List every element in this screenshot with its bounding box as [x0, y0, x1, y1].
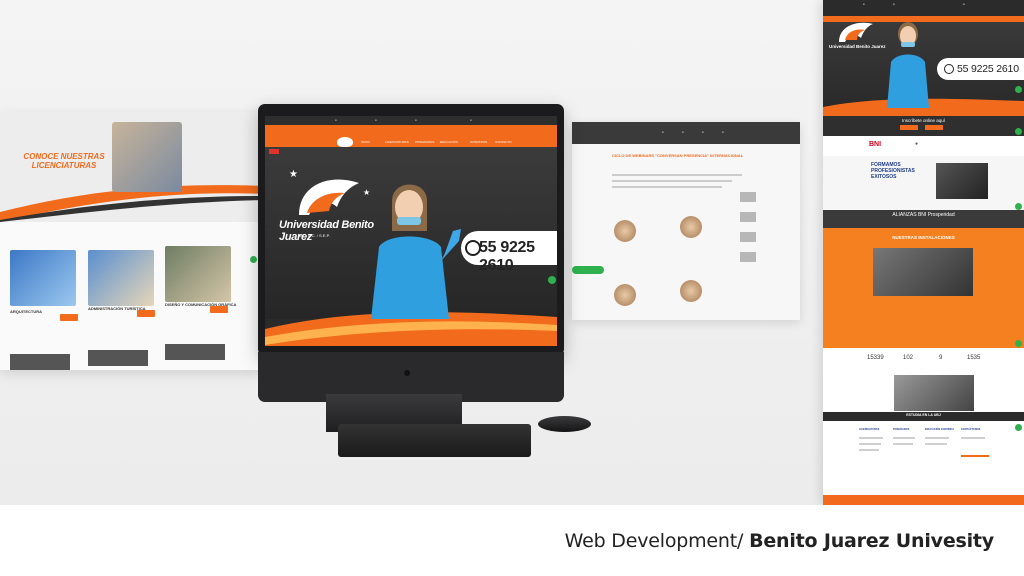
- keyboard: [338, 424, 531, 457]
- video-thumbnail[interactable]: [936, 163, 988, 199]
- text-line: [612, 186, 722, 188]
- left-page-title: CONOCE NUESTRAS LICENCIATURAS: [23, 152, 105, 170]
- footer-col-title: LICENCIATURAS: [859, 428, 880, 431]
- footer-link[interactable]: [859, 449, 879, 451]
- sidebar-thumb[interactable]: [740, 252, 756, 262]
- mouse: [538, 416, 591, 432]
- phone-number: 55 9225 2610: [479, 239, 535, 274]
- student-photo: [887, 22, 929, 108]
- footer: LICENCIATURAS POSGRADOS EDUCACIÓN CONTIN…: [823, 421, 1024, 495]
- career-more-button[interactable]: [137, 310, 155, 317]
- inscribete-button[interactable]: [925, 125, 943, 130]
- speaker-avatar: [614, 220, 636, 242]
- footer-col-title: EDUCACIÓN CONTINUA: [925, 428, 955, 431]
- students-photo: [112, 122, 182, 192]
- inscribete-text: Inscríbete online aquí: [901, 118, 946, 123]
- caption-project: Benito Juarez Univesity: [749, 530, 994, 552]
- svg-text:★: ★: [289, 169, 298, 180]
- screen-topbar: ● ● ● ●: [265, 116, 557, 125]
- long-page-mockup: ● ● ● Universidad Benito Juarez 55 9225 26…: [823, 0, 1024, 505]
- career-card-image[interactable]: [165, 344, 225, 360]
- whatsapp-icon[interactable]: [1015, 424, 1022, 431]
- stat-value: 9: [939, 355, 943, 361]
- whatsapp-icon[interactable]: [250, 256, 257, 263]
- bni-logo: BNI: [869, 141, 882, 148]
- text-line: [612, 174, 742, 176]
- footer-link[interactable]: [925, 437, 949, 439]
- inscribete-button[interactable]: [900, 125, 918, 130]
- footer-link[interactable]: [961, 437, 985, 439]
- footer-link[interactable]: [893, 443, 913, 445]
- career-more-button[interactable]: [210, 306, 228, 313]
- sidebar-thumb[interactable]: [740, 192, 756, 202]
- stat-value: 102: [903, 355, 914, 361]
- instalaciones-photo[interactable]: [873, 248, 973, 296]
- phone-number: 55 9225 2610: [957, 63, 1019, 75]
- logo-icon[interactable]: [337, 137, 353, 147]
- footer-link[interactable]: [925, 443, 947, 445]
- career-card-image[interactable]: [10, 250, 76, 306]
- career-card-image[interactable]: [10, 354, 70, 370]
- left-page-mockup: CONOCE NUESTRAS LICENCIATURAS ARQUITECTU…: [0, 112, 265, 370]
- stat-value: 15339: [867, 355, 884, 361]
- footer-link[interactable]: [859, 437, 883, 439]
- footer-bottom-bar: [823, 495, 1024, 505]
- red-badge: [269, 149, 279, 154]
- promo-video[interactable]: [894, 375, 974, 411]
- university-name: Universidad Benito Juarez: [829, 44, 886, 49]
- right-page-nav: ● ● ● ●: [572, 122, 800, 144]
- sidebar-thumb[interactable]: [740, 212, 756, 222]
- portfolio-caption: Web Development/ Benito Juarez Univesity: [564, 530, 995, 552]
- alianzas-title: ALIANZAS BNI Prosperidad: [892, 212, 955, 218]
- speaker-avatar: [680, 216, 702, 238]
- student-photo: [371, 184, 461, 319]
- showcase-stage: CONOCE NUESTRAS LICENCIATURAS ARQUITECTU…: [0, 0, 1024, 505]
- career-card-image[interactable]: [88, 350, 148, 366]
- partner-logo: ●: [915, 141, 919, 147]
- footer-link[interactable]: [893, 437, 915, 439]
- career-more-button[interactable]: [60, 314, 78, 321]
- instalaciones-title: NUESTRAS INSTALACIONES: [892, 235, 955, 240]
- right-page-mockup: ● ● ● ● CICLO DE WEBINARS "CONVERSAN PRESEN…: [572, 122, 800, 320]
- formamos-title: FORMAMOS PROFESIONISTAS EXITOSOS: [871, 162, 915, 180]
- estudia-title: ESTUDIA EN LA UBJ: [906, 413, 941, 417]
- apple-logo-icon: ●: [403, 364, 412, 380]
- brands-strip: [823, 136, 1024, 156]
- university-sub: INC. A.C. / S.E.P.: [299, 233, 330, 238]
- whatsapp-icon: [944, 64, 954, 74]
- screen-hero: ★ ★ Universidad Benito Juarez INC. A.C. …: [265, 147, 557, 346]
- footer-col-title: CONTÁCTANOS: [961, 428, 981, 431]
- whatsapp-icon[interactable]: [1015, 128, 1022, 135]
- footer-link[interactable]: [859, 443, 881, 445]
- monitor-screen: ● ● ● ● INICIO LICENCIATURAS POSGRADOS EDUCACI…: [265, 116, 557, 346]
- text-line: [612, 180, 732, 182]
- caption-prefix: Web Development/: [564, 530, 750, 552]
- whatsapp-float-icon[interactable]: [548, 276, 556, 284]
- whatsapp-icon[interactable]: [1015, 86, 1022, 93]
- whatsapp-icon[interactable]: [1015, 340, 1022, 347]
- whatsapp-icon[interactable]: [1015, 203, 1022, 210]
- sidebar-thumb[interactable]: [740, 232, 756, 242]
- career-label: ARQUITECTURA: [10, 309, 42, 314]
- webinar-heading: CICLO DE WEBINARS "CONVERSAN PRESENCIA" …: [612, 153, 744, 158]
- footer-cta[interactable]: [961, 455, 989, 457]
- speaker-avatar: [680, 280, 702, 302]
- stat-value: 1535: [967, 355, 981, 361]
- screen-navbar: INICIO LICENCIATURAS POSGRADOS EDUCACIÓN NOS…: [265, 125, 557, 147]
- career-card-image[interactable]: [88, 250, 154, 306]
- footer-col-title: POSGRADOS: [893, 428, 910, 431]
- imac-monitor: ● ● ● ● INICIO LICENCIATURAS POSGRADOS EDUCACI…: [258, 104, 564, 402]
- career-card-image[interactable]: [165, 246, 231, 302]
- speaker-avatar: [614, 284, 636, 306]
- whatsapp-chat-button[interactable]: [572, 266, 604, 274]
